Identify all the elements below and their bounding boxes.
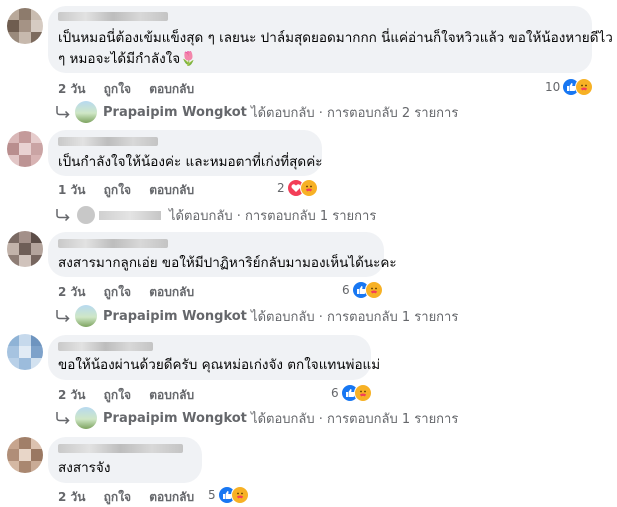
comment-text: เป็นหมอนี่ต้องเข้มแข็งสุด ๆ เลยนะ ปาล์มส…: [58, 30, 613, 46]
reply-count-text: ได้ตอบกลับ · การตอบกลับ 1 รายการ: [251, 309, 459, 325]
reaction-count: 6: [342, 283, 350, 297]
comment-meta: 2 วัน ถูกใจ ตอบกลับ: [58, 80, 208, 99]
reply-arrow-icon: [56, 209, 70, 222]
comment-meta: 2 วัน ถูกใจ ตอบกลับ: [58, 488, 208, 507]
like-button[interactable]: ถูกใจ: [104, 490, 131, 504]
comment-bubble: ขอให้น้องผ่านด้วยดีครับ คุณหม่อเก่งจัง ต…: [48, 335, 380, 380]
reply-arrow-icon: [56, 106, 70, 119]
comment-time[interactable]: 2 วัน: [58, 490, 85, 504]
comment-meta: 2 วัน ถูกใจ ตอบกลับ: [58, 386, 208, 405]
reaction-summary[interactable]: 5: [208, 486, 249, 504]
comment-text: สงสารจัง: [58, 460, 111, 476]
like-button[interactable]: ถูกใจ: [104, 82, 131, 96]
like-button[interactable]: ถูกใจ: [104, 285, 131, 299]
comment-meta: 1 วัน ถูกใจ ตอบกลับ: [58, 181, 208, 200]
replier-avatar: [75, 305, 97, 327]
reaction-count: 10: [545, 80, 561, 94]
commenter-name-blurred[interactable]: [58, 239, 168, 248]
reply-count-text: ได้ตอบกลับ · การตอบกลับ 1 รายการ: [169, 208, 377, 224]
replier-avatar: [75, 101, 97, 123]
care-icon: [299, 179, 318, 197]
comment-avatar[interactable]: [7, 131, 43, 167]
reply-summary[interactable]: Prapaipim Wongkot ได้ตอบกลับ · การตอบกลั…: [55, 101, 458, 123]
reply-summary[interactable]: ได้ตอบกลับ · การตอบกลับ 1 รายการ: [55, 204, 376, 226]
replier-name-blurred[interactable]: [75, 204, 165, 226]
comment-time[interactable]: 2 วัน: [58, 285, 85, 299]
reaction-count: 2: [277, 181, 285, 195]
replier-name[interactable]: Prapaipim Wongkot: [103, 309, 247, 324]
care-icon: [230, 486, 249, 504]
comment-text: ขอให้น้องผ่านด้วยดีครับ คุณหม่อเก่งจัง ต…: [58, 357, 381, 373]
reaction-summary[interactable]: 6: [342, 281, 383, 299]
replier-name[interactable]: Prapaipim Wongkot: [103, 411, 247, 426]
reply-arrow-icon: [56, 412, 70, 425]
like-button[interactable]: ถูกใจ: [104, 388, 131, 402]
reply-arrow-icon: [56, 310, 70, 323]
reaction-summary[interactable]: 10: [545, 78, 594, 96]
reaction-count: 5: [208, 488, 216, 502]
comment-time[interactable]: 2 วัน: [58, 82, 85, 96]
comment-avatar[interactable]: [7, 437, 43, 473]
reply-button[interactable]: ตอบกลับ: [149, 183, 194, 197]
replier-avatar: [75, 407, 97, 429]
reply-button[interactable]: ตอบกลับ: [149, 388, 194, 402]
reaction-summary[interactable]: 6: [331, 384, 372, 402]
comment-text: เป็นกำลังใจให้น้องค่ะ และหมอตาที่เก่งที่…: [58, 154, 323, 170]
comment-bubble: เป็นหมอนี่ต้องเข้มแข็งสุด ๆ เลยนะ ปาล์มส…: [48, 6, 613, 73]
comment-avatar[interactable]: [7, 231, 43, 267]
reply-summary[interactable]: Prapaipim Wongkot ได้ตอบกลับ · การตอบกลั…: [55, 407, 458, 429]
commenter-name-blurred[interactable]: [58, 342, 153, 351]
comment-bubble: เป็นกำลังใจให้น้องค่ะ และหมอตาที่เก่งที่…: [48, 130, 322, 176]
commenter-name-blurred[interactable]: [58, 444, 183, 453]
care-icon: [353, 384, 372, 402]
comment-text: สงสารมากลูกเอ่ย ขอให้มีปาฏิหาริย์กลับมาม…: [58, 255, 397, 271]
comment-text: ๆ หมอจะได้มีกำลังใจ🌷: [58, 51, 197, 67]
reply-summary[interactable]: Prapaipim Wongkot ได้ตอบกลับ · การตอบกลั…: [55, 305, 458, 327]
commenter-name-blurred[interactable]: [58, 12, 168, 21]
comment-time[interactable]: 2 วัน: [58, 388, 85, 402]
reply-count-text: ได้ตอบกลับ · การตอบกลับ 2 รายการ: [251, 105, 459, 121]
reply-button[interactable]: ตอบกลับ: [149, 82, 194, 96]
comment-avatar[interactable]: [7, 8, 43, 44]
reaction-count: 6: [331, 386, 339, 400]
reply-button[interactable]: ตอบกลับ: [149, 285, 194, 299]
comment-avatar[interactable]: [7, 334, 43, 370]
comment-time[interactable]: 1 วัน: [58, 183, 85, 197]
care-icon: [364, 281, 383, 299]
comment-bubble: สงสารมากลูกเอ่ย ขอให้มีปาฏิหาริย์กลับมาม…: [48, 232, 397, 277]
commenter-name-blurred[interactable]: [58, 137, 158, 146]
like-button[interactable]: ถูกใจ: [104, 183, 131, 197]
reply-button[interactable]: ตอบกลับ: [149, 490, 194, 504]
reaction-summary[interactable]: 2: [277, 179, 318, 197]
care-icon: [575, 78, 594, 96]
comment-meta: 2 วัน ถูกใจ ตอบกลับ: [58, 283, 208, 302]
replier-name[interactable]: Prapaipim Wongkot: [103, 105, 247, 120]
comment-bubble: สงสารจัง: [48, 437, 202, 483]
reply-count-text: ได้ตอบกลับ · การตอบกลับ 1 รายการ: [251, 411, 459, 427]
